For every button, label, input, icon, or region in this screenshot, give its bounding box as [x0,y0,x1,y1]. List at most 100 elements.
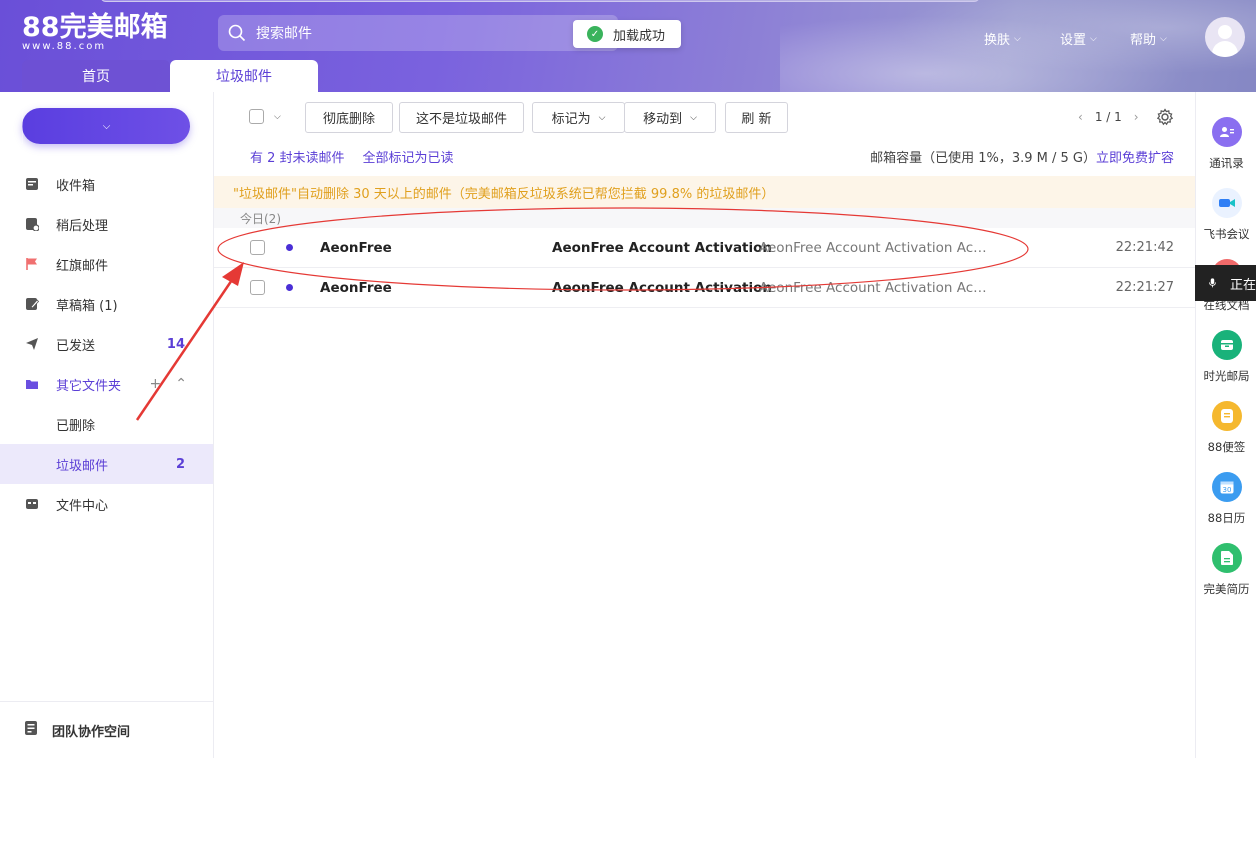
avatar-head [1218,25,1232,39]
app-label: 时光邮局 [1203,369,1250,383]
team-label: 团队协作空间 [52,724,131,740]
app-resume[interactable]: 完美简历 [1196,543,1256,597]
right-app-bar: 通讯录 飞书会议 在线文档 时光邮局 88便签 30 88日历 完美简历 [1195,92,1256,758]
mail-list-panel: ⌵ 彻底删除 这不是垃圾邮件 标记为 ⌵ 移动到 ⌵ 刷 新 ‹ 1 / 1 › 有… [214,92,1195,758]
refresh-button[interactable]: 刷 新 [725,102,788,133]
sidebar-item-label: 收件箱 [56,178,96,194]
app-label: 88日历 [1207,511,1246,525]
sent-count: 14 [166,336,185,352]
toast-text: 加载成功 [613,28,666,44]
unread-dot [286,284,293,291]
avatar[interactable] [1205,17,1245,57]
sidebar-item-drafts[interactable]: 草稿箱 (1) [0,284,213,324]
sidebar-item-file-center[interactable]: 文件中心 [0,484,213,524]
app-label: 通讯录 [1209,156,1244,170]
sidebar-item-sent[interactable]: 已发送 14 [0,324,213,364]
logo[interactable]: 88完美邮箱 www.88.com [22,14,168,53]
chevron-down-icon: ⌵ [1160,33,1167,44]
app-label: 飞书会议 [1203,227,1250,241]
sidebar-item-label: 红旗邮件 [56,258,109,274]
settings-label: 设置 [1060,33,1087,48]
skin-label: 换肤 [984,33,1011,48]
tab-home[interactable]: 首页 [22,60,170,92]
sidebar-item-later[interactable]: 稍后处理 [0,204,213,244]
select-all[interactable]: ⌵ [249,109,281,124]
chevron-up-icon[interactable]: ⌃ [175,376,187,392]
chevron-down-icon: ⌵ [690,112,697,123]
page-indicator: 1 / 1 [1094,110,1122,124]
expand-link[interactable]: 立即免费扩容 [1096,151,1174,166]
unread-count-link[interactable]: 有 2 封未读邮件 [250,147,345,166]
check-icon: ✓ [587,26,603,42]
email-time: 22:21:42 [1115,240,1174,255]
unread-links: 有 2 封未读邮件 全部标记为已读 [250,147,454,166]
chevron-down-icon: ⌵ [1090,33,1097,44]
voice-label: 正在 [1229,277,1256,293]
sidebar-item-spam[interactable]: 垃圾邮件 2 [0,444,213,484]
add-folder-button[interactable]: + [150,376,162,392]
app-feishu-meeting[interactable]: 飞书会议 [1196,188,1256,242]
resume-icon [1211,543,1242,573]
flag-icon [24,256,40,272]
app-label: 完美简历 [1203,582,1250,596]
row-checkbox[interactable] [250,280,265,295]
sidebar: 写 信 ⌵ 收件箱 稍后处理 红旗邮件 草稿箱 (1) 已发送 14 其它文件夹… [0,92,366,866]
skin-menu[interactable]: 换肤 ⌵ [984,29,1021,48]
table-row[interactable]: AeonFree AeonFree Account Activation Aeo… [214,228,1195,268]
delete-forever-button[interactable]: 彻底删除 [305,102,393,133]
move-to-button[interactable]: 移动到 ⌵ [624,102,716,133]
spam-count: 2 [175,456,185,472]
sidebar-item-deleted[interactable]: 已删除 [0,404,213,444]
app-88-calendar[interactable]: 30 88日历 [1196,472,1256,526]
settings-menu[interactable]: 设置 ⌵ [1060,29,1097,48]
sidebar-item-inbox[interactable]: 收件箱 [0,164,213,204]
app-88-notes[interactable]: 88便签 [1196,401,1256,455]
help-label: 帮助 [1130,33,1157,48]
compose-dropdown[interactable]: ⌵ [23,121,190,132]
sidebar-item-label: 已发送 [56,338,96,354]
tab-spam[interactable]: 垃圾邮件 [170,60,318,92]
not-spam-button[interactable]: 这不是垃圾邮件 [399,102,524,133]
mark-all-read-link[interactable]: 全部标记为已读 [363,147,454,166]
prev-page-icon[interactable]: ‹ [1078,110,1083,124]
sidebar-item-flagged[interactable]: 红旗邮件 [0,244,213,284]
help-menu[interactable]: 帮助 ⌵ [1130,29,1167,48]
file-center-icon [24,496,40,512]
compose-button[interactable]: 写 信 ⌵ [22,108,366,866]
quota-text: 邮箱容量（已使用 1%，3.9 M / 5 G） [870,151,1096,166]
email-time: 22:21:27 [1115,280,1174,295]
chevron-down-icon[interactable]: ⌵ [274,112,281,122]
quota-info: 邮箱容量（已使用 1%，3.9 M / 5 G）立即免费扩容 [870,147,1174,166]
avatar-body [1212,41,1238,57]
table-row[interactable]: AeonFree AeonFree Account Activation Aeo… [214,268,1195,308]
email-preview: AeonFree Account Activation Acti... [759,279,989,296]
svg-text:30: 30 [1222,486,1231,494]
toast-success: ✓ 加载成功 [573,20,681,48]
chevron-down-icon: ⌵ [1014,33,1021,44]
app-contacts[interactable]: 通讯录 [1196,117,1256,171]
email-subject: AeonFree Account Activation [552,279,773,296]
row-checkbox[interactable] [250,240,265,255]
chevron-down-icon: ⌵ [598,112,606,123]
email-from: AeonFree [320,239,392,256]
unread-dot [286,244,293,251]
inbox-icon [24,176,40,192]
folder-tools: + ⌃ [150,376,187,392]
sidebar-item-other-folders[interactable]: 其它文件夹 + ⌃ [0,364,213,404]
team-icon [24,720,38,740]
team-space[interactable]: 团队协作空间 [0,701,213,758]
voice-input-tooltip[interactable]: 正在 [1195,265,1256,301]
gear-icon[interactable] [1156,108,1174,126]
sidebar-item-label: 草稿箱 (1) [56,298,118,314]
sidebar-item-label: 文件中心 [56,498,109,514]
next-page-icon[interactable]: › [1134,110,1139,124]
folder-icon [24,376,40,392]
app-time-post[interactable]: 时光邮局 [1196,330,1256,384]
search-input[interactable]: 搜索邮件 [218,15,618,51]
sidebar-item-label: 已删除 [56,418,96,434]
pager: ‹ 1 / 1 › [1066,110,1151,124]
chevron-down-icon: ⌵ [102,120,111,132]
mark-as-button[interactable]: 标记为 ⌵ [532,102,625,133]
sidebar-item-label: 其它文件夹 [56,378,122,394]
select-all-checkbox[interactable] [249,109,264,124]
